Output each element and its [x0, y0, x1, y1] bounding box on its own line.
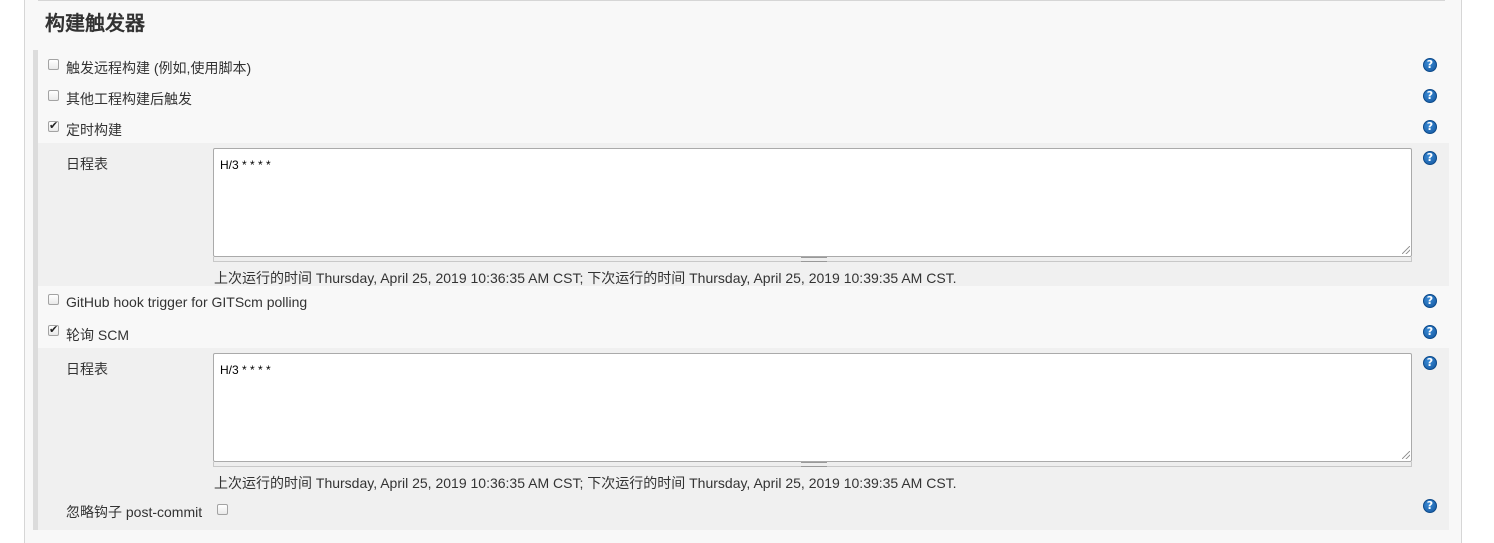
remote-trigger-label: 触发远程构建 (例如,使用脚本)	[66, 60, 252, 76]
periodic-schedule-textarea[interactable]: H/3 * * * *	[213, 148, 1412, 257]
poll-scm-help-icon[interactable]: ?	[1423, 325, 1437, 339]
github-hook-checkbox[interactable]	[48, 294, 59, 305]
after-other-build-help-icon[interactable]: ?	[1423, 89, 1437, 103]
poll-scm-textarea-resize-handle[interactable]	[213, 462, 1412, 467]
poll-scm-schedule-label: 日程表	[66, 361, 108, 377]
periodic-build-help-icon[interactable]: ?	[1423, 120, 1437, 134]
poll-scm-schedule-textarea[interactable]: H/3 * * * *	[213, 353, 1412, 462]
remote-trigger-help-icon[interactable]: ?	[1423, 58, 1437, 72]
periodic-build-label: 定时构建	[66, 122, 122, 138]
poll-scm-schedule-help-icon[interactable]: ?	[1423, 356, 1437, 370]
periodic-schedule-help-icon[interactable]: ?	[1423, 151, 1437, 165]
periodic-textarea-resize-grip-icon[interactable]	[1402, 246, 1410, 254]
periodic-schedule-label: 日程表	[66, 156, 108, 172]
poll-scm-label: 轮询 SCM	[66, 327, 129, 343]
periodic-schedule-info: 上次运行的时间 Thursday, April 25, 2019 10:36:3…	[214, 270, 957, 286]
poll-scm-schedule-info: 上次运行的时间 Thursday, April 25, 2019 10:36:3…	[214, 475, 957, 491]
poll-scm-textarea-resize-grip-icon[interactable]	[1402, 451, 1410, 459]
ignore-post-commit-checkbox[interactable]	[217, 504, 228, 515]
section-title: 构建触发器	[45, 11, 145, 35]
ignore-post-commit-label: 忽略钩子 post-commit	[66, 504, 203, 520]
section-divider	[38, 0, 1445, 1]
remote-trigger-checkbox[interactable]	[48, 59, 59, 70]
after-other-build-checkbox[interactable]	[48, 90, 59, 101]
periodic-textarea-resize-handle[interactable]	[213, 257, 1412, 262]
periodic-build-checkbox[interactable]	[48, 119, 59, 133]
after-other-build-label: 其他工程构建后触发	[66, 91, 192, 107]
poll-scm-checkbox[interactable]	[48, 323, 59, 337]
github-hook-help-icon[interactable]: ?	[1423, 294, 1437, 308]
github-hook-label: GitHub hook trigger for GITScm polling	[66, 294, 308, 310]
ignore-post-commit-help-icon[interactable]: ?	[1423, 499, 1437, 513]
